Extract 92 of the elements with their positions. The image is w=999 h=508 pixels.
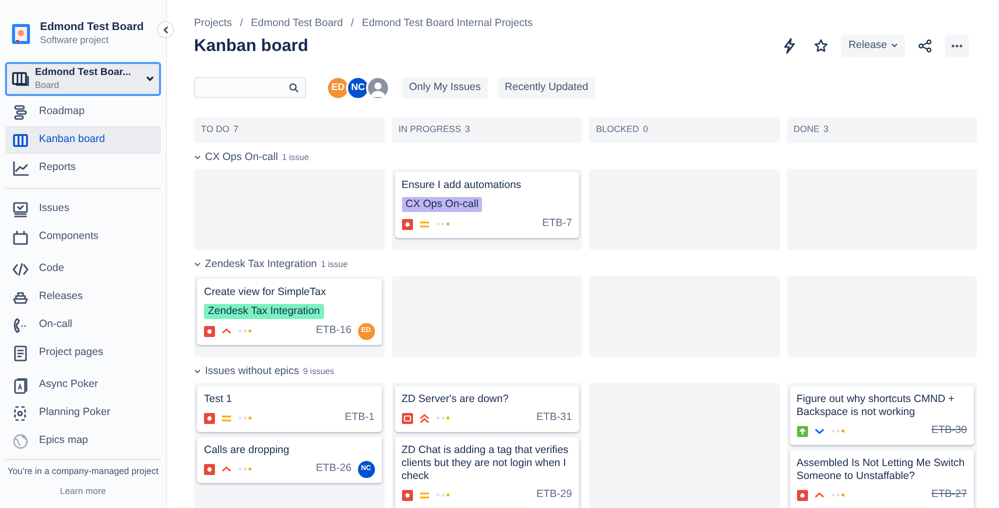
search-icon [289,82,299,93]
issue-summary: Calls are dropping [204,444,290,457]
epic-label: Zendesk Tax Integration [204,304,324,319]
release-button[interactable]: Release [841,34,905,57]
line-chart-icon [12,160,29,176]
more-button[interactable] [945,34,969,57]
quick-filter-button[interactable]: Recently Updated [498,76,596,99]
swimlane-header[interactable]: Zendesk Tax Integration 1 issue [194,258,348,272]
estimate-dots-icon [436,222,450,226]
dashed-card-icon [12,404,29,422]
breadcrumb-link[interactable]: Projects [194,16,232,32]
code-icon [12,260,29,278]
sidebar-item[interactable]: Async Poker [5,371,161,399]
estimate-dots-icon [830,429,844,434]
chevron-left-icon [162,26,168,34]
board-icon [12,72,29,86]
breadcrumb-separator: / [240,16,243,31]
roadmap-icon [12,104,29,120]
sidebar-item[interactable]: Issues [5,195,161,223]
chevron-down-icon [891,43,898,48]
issue-summary: Test 1 [204,392,234,406]
estimate-dots-icon [238,329,252,334]
page-title: Kanban board [194,34,308,57]
components-icon [12,228,29,246]
estimate-dots-icon [238,467,252,472]
issue-key[interactable]: ETB-30 [931,423,967,440]
board-icon [12,132,29,148]
monitor-check-icon [12,200,29,218]
board-selector[interactable]: Edmond Test Boar... Board [5,62,161,96]
sidebar-item[interactable]: Code [5,255,161,283]
sidebar-item[interactable]: Planning Poker [5,399,161,427]
sidebar-item[interactable]: Components [5,223,161,251]
project-name: Edmond Test Board [40,20,144,34]
sidebar-item[interactable]: Reports [5,154,161,182]
lightning-icon [783,38,796,54]
estimate-dots-icon [830,493,844,498]
search-field[interactable] [194,77,306,98]
chevron-down-icon [146,76,154,82]
estimate-dots-icon [436,416,450,420]
playing-card-icon [12,376,29,394]
collapse-sidebar-button[interactable] [157,21,174,38]
issue-card[interactable]: Assembled Is Not Letting Me Switch Someone to Unstaffable? ETB-27 [790,450,974,508]
globe-icon [12,432,29,450]
column-header: DONE 3 [786,116,977,143]
issue-summary: Figure out why shortcuts CMND + Backspace is not working [796,392,956,419]
issue-key[interactable]: ETB-29 [536,487,572,504]
star-icon [814,38,828,53]
project-type: Software project [40,34,110,48]
issue-summary: ZD Server's are down? [402,392,510,406]
issue-card[interactable]: ZD Server's are down? ETB-31 [394,386,579,432]
breadcrumb-link[interactable]: Edmond Test Board [250,16,343,32]
issue-summary: ZD Chat is adding a tag that verifies clients but they are not login when I check [402,444,570,483]
chevron-down-icon [194,154,201,162]
sidebar-item[interactable]: Project pages [5,339,161,367]
issue-summary: Create view for SimpleTax [204,286,327,299]
swimlane-header[interactable]: Issues without epics 9 issues [194,364,334,379]
issue-summary: Ensure I add automations [402,178,522,192]
issue-card[interactable]: Ensure I add automations CX Ops On-call ETB-7 [394,172,579,238]
issue-key[interactable]: ETB-26 [316,461,352,478]
breadcrumb-link[interactable]: Edmond Test Board Internal Projects [362,16,533,32]
column-header: BLOCKED 0 [589,116,780,143]
issue-key[interactable]: ETB-16 [316,323,352,340]
issue-key[interactable]: ETB-7 [542,216,572,232]
issue-card[interactable]: ZD Chat is adding a tag that verifies clients but they are not login when I check ETB-29 [394,436,579,508]
estimate-dots-icon [238,416,252,420]
share-icon [918,38,932,53]
page-icon [12,344,29,362]
sidebar-item[interactable]: Roadmap [5,98,161,126]
estimate-dots-icon [436,493,450,498]
sidebar-item[interactable]: Releases [5,283,161,311]
issue-summary: Assembled Is Not Letting Me Switch Someone to Unstaffable? [796,456,966,483]
learn-more-link[interactable]: Learn more [60,484,106,498]
more-icon [951,44,963,48]
quick-filter-button[interactable]: Only My Issues [402,76,488,99]
issue-key[interactable]: ETB-31 [536,410,572,426]
sidebar-item[interactable]: Epics map [5,427,161,455]
issue-card[interactable]: Test 1 ETB-1 [197,386,382,432]
avatar[interactable]: NC [346,76,370,100]
chevron-down-icon [194,261,201,268]
breadcrumb-separator: / [350,16,354,31]
swimlane-header[interactable]: CX Ops On-call 1 issue [194,150,309,165]
issue-key[interactable]: ETB-27 [931,487,967,504]
column-header: IN PROGRESS 3 [392,116,582,143]
issue-card[interactable]: Figure out why shortcuts CMND + Backspace is not working ETB-30 [790,386,974,445]
sidebar-item[interactable]: Kanban board [5,126,161,154]
project-avatar-icon [11,23,31,45]
sidebar-item[interactable]: On-call [5,311,161,339]
column-header: TO DO 7 [194,116,384,143]
chevron-down-icon [194,368,201,376]
project-type-note: You're in a company-managed project [6,465,160,478]
issue-key[interactable]: ETB-1 [344,410,374,426]
epic-label: CX Ops On-call [402,196,482,212]
